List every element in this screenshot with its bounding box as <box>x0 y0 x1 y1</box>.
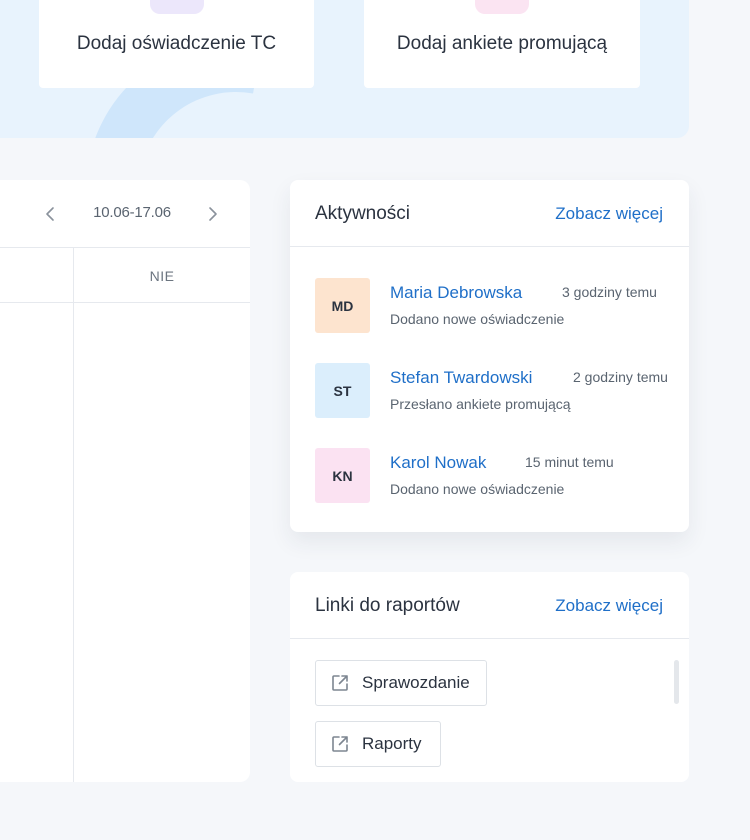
dashboard: Dodaj oświadczenie TC Dodaj ankiete prom… <box>0 0 750 840</box>
activity-item: MD Maria Debrowska 3 godziny temu Dodano… <box>315 278 665 334</box>
activity-time: 3 godziny temu <box>562 284 657 300</box>
activity-item: ST Stefan Twardowski 2 godziny temu Prze… <box>315 363 668 419</box>
activity-description: Dodano nowe oświadczenie <box>390 311 565 327</box>
activity-time: 15 minut temu <box>525 454 614 470</box>
add-promo-survey-label: Dodaj ankiete promującą <box>396 33 608 54</box>
report-links-header: Linki do raportów Zobacz więcej <box>290 572 689 639</box>
add-promo-survey-card[interactable]: Dodaj ankiete promującą <box>364 0 640 88</box>
chevron-left-icon <box>46 207 54 221</box>
week-calendar: 10.06-17.06 NIE <box>0 180 250 782</box>
activity-description: Przesłano ankiete promującą <box>390 396 571 412</box>
avatar: KN <box>315 448 370 503</box>
chevron-right-icon <box>209 207 217 221</box>
activities-see-more-link[interactable]: Zobacz więcej <box>555 204 663 224</box>
survey-icon <box>475 0 529 14</box>
report-links-scrollbar[interactable] <box>674 660 679 704</box>
report-links-see-more-link[interactable]: Zobacz więcej <box>555 596 663 616</box>
avatar: ST <box>315 363 370 418</box>
report-link-raporty[interactable]: Raporty <box>315 721 441 767</box>
report-links-panel: Linki do raportów Zobacz więcej Sprawozd… <box>290 572 689 782</box>
avatar: MD <box>315 278 370 333</box>
day-header-sunday: NIE <box>149 267 175 284</box>
quick-actions-banner: Dodaj oświadczenie TC Dodaj ankiete prom… <box>0 0 689 138</box>
activity-time: 2 godziny temu <box>573 369 668 385</box>
calendar-header: 10.06-17.06 <box>0 180 250 248</box>
external-link-icon <box>332 675 348 691</box>
report-link-sprawozdanie[interactable]: Sprawozdanie <box>315 660 487 706</box>
external-link-icon <box>332 736 348 752</box>
calendar-days-row: NIE <box>0 248 250 303</box>
report-link-label: Sprawozdanie <box>362 673 470 692</box>
report-link-label: Raporty <box>362 734 422 753</box>
week-range: 10.06-17.06 <box>93 204 171 221</box>
calendar-column-divider <box>73 248 74 782</box>
activity-user-link[interactable]: Stefan Twardowski <box>390 368 532 388</box>
activity-description: Dodano nowe oświadczenie <box>390 481 565 497</box>
previous-week-button[interactable] <box>38 204 62 224</box>
add-tc-statement-card[interactable]: Dodaj oświadczenie TC <box>39 0 314 88</box>
activities-panel: Aktywności Zobacz więcej MD Maria Debrow… <box>290 180 689 532</box>
report-links-title: Linki do raportów <box>315 595 460 616</box>
activity-user-link[interactable]: Maria Debrowska <box>390 283 522 303</box>
next-week-button[interactable] <box>201 204 225 224</box>
activity-item: KN Karol Nowak 15 minut temu Dodano nowe… <box>315 448 665 504</box>
add-tc-statement-label: Dodaj oświadczenie TC <box>76 33 277 54</box>
activities-header: Aktywności Zobacz więcej <box>290 180 689 247</box>
document-icon <box>149 0 204 14</box>
activities-title: Aktywności <box>315 203 411 224</box>
activity-user-link[interactable]: Karol Nowak <box>390 453 486 473</box>
